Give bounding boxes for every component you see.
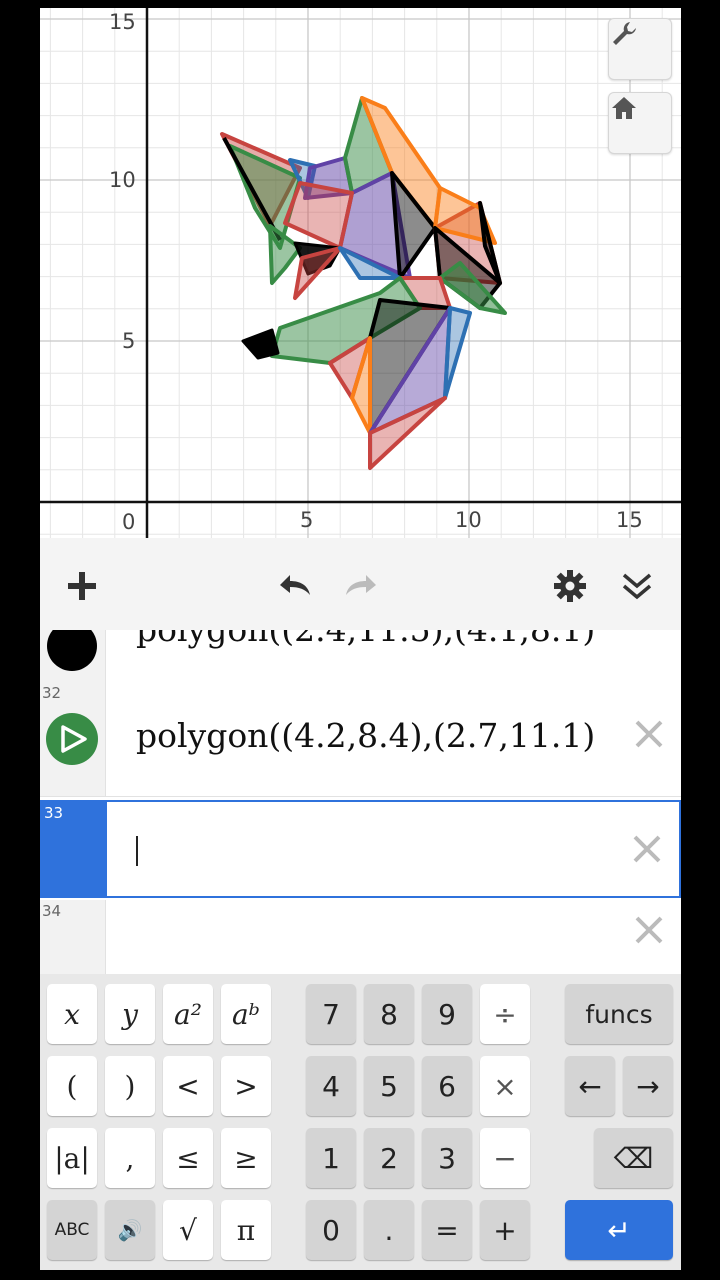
key-right-arrow[interactable]: → — [623, 1056, 673, 1116]
expression-row[interactable]: 34 — [40, 900, 681, 974]
delete-expression-button[interactable] — [629, 910, 669, 950]
key-decimal[interactable]: . — [364, 1200, 414, 1260]
key-audio[interactable]: 🔊 — [105, 1200, 155, 1260]
graph-paper[interactable]: 15 10 5 0 5 10 15 — [40, 8, 681, 538]
key-greater-than[interactable]: > — [221, 1056, 271, 1116]
delete-expression-button[interactable] — [629, 714, 669, 754]
key-sqrt[interactable]: √ — [163, 1200, 213, 1260]
polygon — [268, 224, 302, 285]
color-toggle-icon[interactable] — [46, 630, 98, 672]
key-6[interactable]: 6 — [422, 1056, 472, 1116]
close-icon — [635, 916, 663, 944]
row-gutter — [40, 630, 106, 682]
key-less-than[interactable]: < — [163, 1056, 213, 1116]
x-tick-label: 10 — [455, 508, 482, 532]
row-gutter: 33 — [42, 802, 107, 896]
key-0[interactable]: 0 — [306, 1200, 356, 1260]
undo-icon — [280, 575, 310, 595]
expression-toolbar — [40, 538, 681, 631]
row-number: 32 — [42, 684, 62, 702]
wrench-icon — [613, 22, 636, 45]
home-icon — [612, 97, 636, 119]
row-number: 34 — [42, 902, 62, 920]
key-absolute-value[interactable]: |a| — [47, 1128, 97, 1188]
key-plus[interactable]: + — [480, 1200, 530, 1260]
gear-icon — [554, 570, 586, 602]
key-enter[interactable]: ↵ — [565, 1200, 673, 1260]
key-x[interactable]: x — [47, 984, 97, 1044]
close-icon — [633, 835, 661, 863]
text-cursor — [136, 836, 138, 866]
expression-row-active[interactable]: 33 — [40, 800, 681, 898]
key-close-paren[interactable]: ) — [105, 1056, 155, 1116]
key-equals[interactable]: = — [422, 1200, 472, 1260]
key-4[interactable]: 4 — [306, 1056, 356, 1116]
origin-label: 0 — [122, 510, 136, 534]
key-3[interactable]: 3 — [422, 1128, 472, 1188]
key-comma[interactable]: , — [105, 1128, 155, 1188]
settings-button[interactable] — [548, 564, 592, 608]
key-pi[interactable]: π — [221, 1200, 271, 1260]
y-tick-label: 10 — [109, 168, 136, 192]
key-a-power-b[interactable]: aᵇ — [221, 984, 271, 1044]
math-keypad: x y a² aᵇ 7 8 9 ÷ funcs ( ) < > 4 5 6 × … — [40, 974, 681, 1270]
desmos-app: 15 10 5 0 5 10 15 32 polygon((4.2,8.4),(… — [40, 8, 681, 1270]
close-icon — [635, 720, 663, 748]
hide-list-button[interactable] — [615, 564, 659, 608]
key-y[interactable]: y — [105, 984, 155, 1044]
key-9[interactable]: 9 — [422, 984, 472, 1044]
default-viewport-button[interactable] — [608, 92, 672, 154]
polygon — [443, 306, 472, 400]
key-2[interactable]: 2 — [364, 1128, 414, 1188]
redo-icon — [346, 575, 376, 595]
y-tick-label: 5 — [122, 329, 136, 353]
expression-text[interactable]: polygon((2.4,11.5),(4.1,8.1) — [136, 630, 595, 649]
expression-list: polygon((2.4,11.5),(4.1,8.1) 32 polygon(… — [40, 630, 681, 974]
x-tick-label: 15 — [616, 508, 643, 532]
delete-expression-button[interactable] — [627, 829, 667, 869]
wolf-polygons — [220, 96, 507, 470]
y-tick-label: 15 — [109, 10, 136, 34]
polygon — [283, 181, 354, 250]
row-number: 33 — [44, 804, 64, 822]
graph-settings-button[interactable] — [608, 18, 672, 80]
key-greater-equal[interactable]: ≥ — [221, 1128, 271, 1188]
key-multiply[interactable]: × — [480, 1056, 530, 1116]
polygon — [241, 328, 280, 360]
key-8[interactable]: 8 — [364, 984, 414, 1044]
polygon-visibility-icon[interactable] — [45, 712, 99, 766]
key-divide[interactable]: ÷ — [480, 984, 530, 1044]
row-gutter: 32 — [40, 682, 106, 796]
plus-icon — [68, 572, 96, 600]
expression-row[interactable]: 32 polygon((4.2,8.4),(2.7,11.1) — [40, 682, 681, 797]
key-abc[interactable]: ABC — [47, 1200, 97, 1260]
key-left-arrow[interactable]: ← — [565, 1056, 615, 1116]
double-chevron-down-icon — [622, 573, 652, 600]
key-open-paren[interactable]: ( — [47, 1056, 97, 1116]
undo-button[interactable] — [272, 564, 316, 608]
key-1[interactable]: 1 — [306, 1128, 356, 1188]
key-a-squared[interactable]: a² — [163, 984, 213, 1044]
key-funcs[interactable]: funcs — [565, 984, 673, 1044]
row-gutter: 34 — [40, 900, 106, 974]
x-tick-label: 5 — [300, 508, 314, 532]
key-backspace[interactable]: ⌫ — [594, 1128, 673, 1188]
key-5[interactable]: 5 — [364, 1056, 414, 1116]
redo-button[interactable] — [340, 564, 384, 608]
key-minus[interactable]: − — [480, 1128, 530, 1188]
add-item-button[interactable] — [60, 564, 104, 608]
expression-text[interactable]: polygon((4.2,8.4),(2.7,11.1) — [136, 716, 595, 755]
key-less-equal[interactable]: ≤ — [163, 1128, 213, 1188]
key-7[interactable]: 7 — [306, 984, 356, 1044]
expression-row[interactable]: polygon((2.4,11.5),(4.1,8.1) — [40, 630, 681, 683]
graph-canvas[interactable] — [40, 8, 681, 538]
